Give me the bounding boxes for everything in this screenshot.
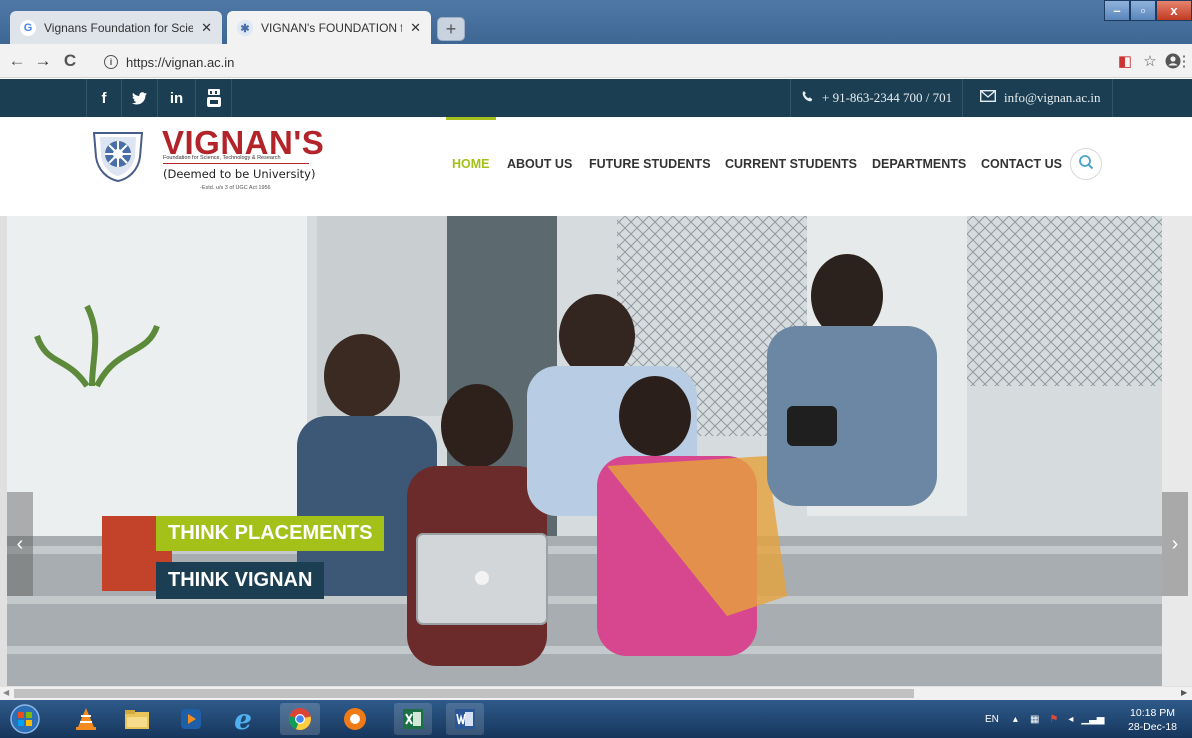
network-device-icon[interactable]: ▦: [1030, 714, 1039, 725]
hero-photo-illustration: [7, 216, 1162, 686]
hero-slider-image: [7, 216, 1162, 686]
taskbar-clock[interactable]: 10:18 PM 28-Dec-18: [1128, 706, 1177, 734]
left-gutter: [0, 216, 7, 686]
file-explorer-icon[interactable]: [122, 704, 152, 734]
avast-icon[interactable]: [340, 704, 370, 734]
vlc-icon[interactable]: [71, 704, 101, 734]
chrome-icon[interactable]: [280, 703, 320, 735]
contact-email[interactable]: info@vignan.ac.in: [968, 79, 1114, 117]
envelope-icon: [979, 89, 997, 106]
window-minimize-button[interactable]: –: [1104, 0, 1130, 21]
signal-icon[interactable]: ▁▃▅: [1081, 714, 1104, 725]
menu-contact-us[interactable]: CONTACT US: [981, 157, 1062, 171]
window-close-button[interactable]: x: [1156, 0, 1192, 21]
vignan-crest-logo[interactable]: [90, 127, 146, 183]
clock-time: 10:18 PM: [1130, 707, 1175, 719]
media-player-icon[interactable]: [176, 704, 206, 734]
scroll-right-arrow-icon[interactable]: ▶: [1181, 688, 1187, 697]
search-icon: [1078, 154, 1094, 175]
tab-close-icon[interactable]: ✕: [201, 20, 212, 36]
logo-subtitle: Foundation for Science, Technology & Res…: [163, 155, 281, 161]
hero-caption-placements: THINK PLACEMENTS: [156, 516, 385, 551]
contact-phone[interactable]: + 91-863-2344 700 / 701: [790, 79, 964, 117]
tab-title: VIGNAN's FOUNDATION for SCIE: [261, 21, 402, 35]
search-button[interactable]: [1070, 148, 1102, 180]
excel-icon[interactable]: [394, 703, 432, 735]
forward-button[interactable]: →: [32, 50, 54, 72]
phone-number: + 91-863-2344 700 / 701: [822, 90, 953, 105]
active-menu-indicator: [446, 117, 496, 120]
start-orb-icon[interactable]: [8, 702, 42, 736]
internet-explorer-icon[interactable]: e: [228, 703, 258, 736]
tab-title: Vignans Foundation for Science T: [44, 21, 194, 35]
scrollbar-thumb[interactable]: [14, 689, 914, 698]
browser-tab-vignan[interactable]: ✱ VIGNAN's FOUNDATION for SCIE ✕: [227, 11, 431, 45]
reload-button[interactable]: C: [59, 50, 81, 72]
site-info-icon[interactable]: i: [104, 55, 118, 69]
show-hidden-icons-icon[interactable]: ▴: [1013, 714, 1018, 725]
url-text: https://vignan.ac.in: [126, 54, 235, 70]
vignan-favicon-icon: ✱: [237, 20, 253, 36]
address-bar[interactable]: i https://vignan.ac.in: [104, 50, 1124, 74]
back-button[interactable]: ←: [6, 50, 28, 72]
hero-caption-vignan: THINK VIGNAN: [156, 562, 325, 599]
menu-home[interactable]: HOME: [452, 157, 490, 171]
window-maximize-button[interactable]: ▫: [1130, 0, 1156, 21]
tab-close-icon[interactable]: ✕: [410, 20, 421, 36]
menu-kebab-icon[interactable]: ⋮: [1177, 51, 1192, 71]
language-indicator[interactable]: EN: [985, 714, 999, 725]
linkedin-icon[interactable]: in: [158, 79, 196, 117]
word-icon[interactable]: [446, 703, 484, 735]
right-gutter: [1162, 216, 1192, 686]
menu-departments[interactable]: DEPARTMENTS: [872, 157, 966, 171]
new-tab-button[interactable]: +: [437, 17, 465, 41]
extension-icon[interactable]: ◧: [1115, 51, 1135, 71]
phone-icon: [801, 90, 814, 107]
logo-deemed: (Deemed to be University): [163, 167, 316, 181]
logo-estd: -Estd. u/s 3 of UGC Act 1956: [200, 185, 271, 191]
menu-current-students[interactable]: CURRENT STUDENTS: [725, 157, 857, 171]
menu-future-students[interactable]: FUTURE STUDENTS: [589, 157, 711, 171]
clock-date: 28-Dec-18: [1128, 721, 1178, 733]
system-tray: EN ▴ ▦ ⚑ ◂ ▁▃▅: [985, 700, 1104, 738]
action-center-flag-icon[interactable]: ⚑: [1049, 714, 1058, 725]
email-address: info@vignan.ac.in: [1004, 90, 1101, 105]
facebook-icon[interactable]: f: [86, 79, 122, 117]
youtube-icon[interactable]: [196, 79, 232, 117]
logo-divider: [163, 163, 309, 164]
menu-about-us[interactable]: ABOUT US: [507, 157, 572, 171]
volume-icon[interactable]: ◂: [1068, 714, 1073, 725]
google-favicon-icon: G: [20, 20, 36, 36]
slider-prev-arrow[interactable]: ‹: [7, 492, 33, 596]
twitter-icon[interactable]: [122, 79, 158, 117]
browser-tab-google[interactable]: G Vignans Foundation for Science T ✕: [10, 11, 222, 45]
slider-next-arrow[interactable]: ›: [1162, 492, 1188, 596]
bookmark-star-icon[interactable]: ☆: [1140, 51, 1160, 71]
scroll-left-arrow-icon[interactable]: ◀: [3, 688, 9, 697]
